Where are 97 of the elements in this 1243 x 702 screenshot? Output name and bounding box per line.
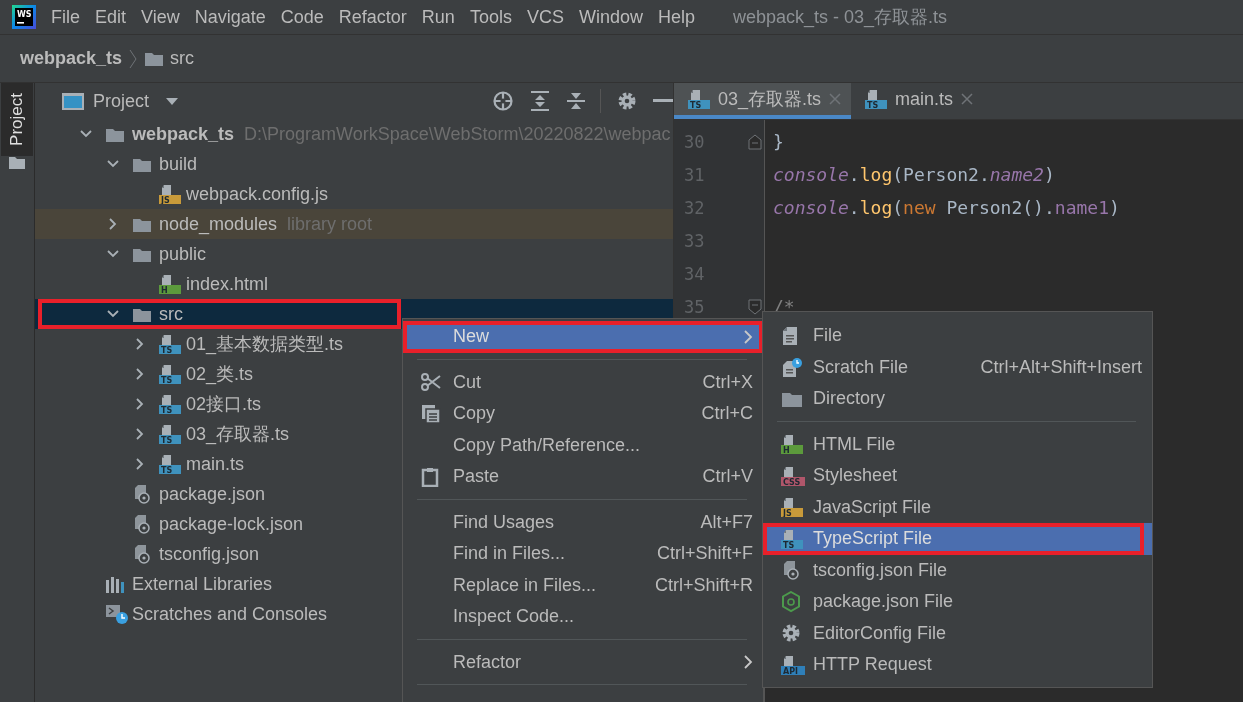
separator-icon bbox=[128, 48, 139, 69]
shortcut-text: Ctrl+Shift+F bbox=[656, 543, 753, 565]
scissors-icon bbox=[421, 372, 441, 393]
shortcut-text: Alt+F7 bbox=[700, 511, 753, 533]
shortcut-text: Ctrl+V bbox=[702, 466, 753, 488]
config-file-icon bbox=[781, 560, 801, 581]
code-line: } bbox=[773, 131, 784, 152]
config-file-icon bbox=[132, 514, 152, 534]
settings-icon[interactable] bbox=[617, 91, 637, 111]
collapse-all-icon[interactable] bbox=[566, 90, 586, 112]
menu-item[interactable]: Find Usages Alt+F7 bbox=[403, 506, 763, 538]
menu-item[interactable]: H HTML File bbox=[763, 428, 1152, 460]
tool-window-tab[interactable]: Project bbox=[1, 83, 33, 156]
menu-item[interactable]: EditorConfig File bbox=[763, 617, 1152, 649]
menu-item[interactable]: Cut Ctrl+X bbox=[403, 366, 763, 398]
folder-icon bbox=[144, 50, 165, 67]
minimize-icon[interactable] bbox=[653, 99, 673, 103]
breadcrumb-item[interactable]: webpack_ts bbox=[20, 48, 123, 69]
item-label: package.json bbox=[159, 483, 266, 505]
item-label: main.ts bbox=[186, 453, 245, 475]
menu-item[interactable]: Scratch File Ctrl+Alt+Shift+Insert bbox=[763, 351, 1152, 383]
menu-item[interactable]: Paste Ctrl+V bbox=[403, 461, 763, 493]
editor-tab[interactable]: TS 03_存取器.ts bbox=[674, 83, 852, 119]
config-file-icon bbox=[132, 544, 152, 564]
fold-marker-icon[interactable] bbox=[748, 298, 762, 315]
menu-item[interactable]: package.json File bbox=[763, 586, 1152, 618]
tree-item[interactable]: H index.html bbox=[35, 269, 673, 299]
scratches-icon bbox=[105, 603, 129, 625]
item-label: index.html bbox=[186, 273, 269, 295]
menu-item[interactable]: Run bbox=[421, 6, 455, 28]
menu-item[interactable]: Refactor bbox=[403, 646, 763, 678]
tab-label: 03_存取器.ts bbox=[718, 88, 822, 111]
clipboard-icon bbox=[421, 466, 439, 487]
breadcrumb-item[interactable]: src bbox=[170, 48, 195, 69]
menu-item[interactable]: Copy Ctrl+C bbox=[403, 398, 763, 430]
menu-item[interactable]: tsconfig.json File bbox=[763, 554, 1152, 586]
expand-all-icon[interactable] bbox=[530, 90, 550, 112]
item-label: node_modules bbox=[159, 213, 278, 235]
menu-item[interactable]: TS TypeScript File bbox=[763, 523, 1152, 555]
item-label: build bbox=[159, 153, 198, 175]
shortcut-text: Ctrl+X bbox=[702, 371, 753, 393]
window-title: webpack_ts - 03_存取器.ts bbox=[733, 6, 948, 29]
config-file-icon bbox=[132, 484, 152, 504]
menu-item[interactable]: Directory bbox=[763, 383, 1152, 415]
item-label: public bbox=[159, 243, 207, 265]
shortcut-text: Ctrl+C bbox=[701, 403, 753, 425]
item-label: External Libraries bbox=[132, 573, 273, 595]
menu-item[interactable]: Refactor bbox=[338, 6, 407, 28]
hexagon-icon bbox=[781, 590, 801, 613]
menu-item[interactable]: Edit bbox=[95, 6, 127, 28]
item-label: webpack.config.js bbox=[186, 183, 329, 205]
menu-item[interactable]: Tools bbox=[469, 6, 512, 28]
item-label: Scratches and Consoles bbox=[132, 603, 328, 625]
menu-item[interactable]: Replace in Files... Ctrl+Shift+R bbox=[403, 569, 763, 601]
tree-item[interactable]: public bbox=[35, 239, 673, 269]
menu-item[interactable]: Inspect Code... bbox=[403, 601, 763, 633]
tab-label: main.ts bbox=[895, 88, 954, 110]
menu-item[interactable]: Find in Files... Ctrl+Shift+F bbox=[403, 538, 763, 570]
fold-marker-icon[interactable] bbox=[748, 133, 762, 150]
item-label: 02_类.ts bbox=[186, 363, 254, 386]
item-label: src bbox=[159, 303, 183, 325]
editor-tab[interactable]: TS main.ts bbox=[851, 83, 984, 119]
menu-item[interactable]: File bbox=[51, 6, 80, 28]
item-label: tsconfig.json bbox=[159, 543, 260, 565]
item-label: webpack_ts bbox=[132, 123, 235, 145]
file-icon bbox=[781, 325, 799, 346]
tree-item[interactable]: JS webpack.config.js bbox=[35, 179, 673, 209]
gear-icon bbox=[781, 623, 801, 644]
locate-icon[interactable] bbox=[492, 90, 514, 112]
libraries-icon bbox=[105, 574, 127, 594]
menu-item[interactable]: JS JavaScript File bbox=[763, 491, 1152, 523]
code-line: console.log(new Person2().name1) bbox=[773, 197, 1120, 218]
item-label: 03_存取器.ts bbox=[186, 423, 290, 446]
item-label: 02接口.ts bbox=[186, 393, 262, 416]
menu-item[interactable]: API HTTP Request bbox=[763, 649, 1152, 681]
menu-item[interactable]: Window bbox=[578, 6, 643, 28]
menu-item[interactable]: New bbox=[403, 321, 763, 353]
code-line: console.log(Person2.name2) bbox=[773, 164, 1055, 185]
menu-item[interactable]: CSS Stylesheet bbox=[763, 460, 1152, 492]
panel-title[interactable]: Project bbox=[93, 90, 150, 112]
tree-item[interactable]: build bbox=[35, 149, 673, 179]
shortcut-text: Ctrl+Shift+R bbox=[654, 574, 753, 596]
dropdown-caret-icon[interactable] bbox=[165, 96, 180, 106]
item-label: 01_基本数据类型.ts bbox=[186, 333, 344, 356]
menu-item[interactable]: VCS bbox=[526, 6, 564, 28]
shortcut-text: Ctrl+Alt+Shift+Insert bbox=[980, 356, 1142, 378]
menu-item[interactable]: View bbox=[141, 6, 180, 28]
menu-item[interactable]: File bbox=[763, 320, 1152, 352]
copy-icon bbox=[421, 403, 441, 424]
app-logo-icon: WS bbox=[12, 5, 36, 29]
item-label: package-lock.json bbox=[159, 513, 304, 535]
menu-item[interactable]: Copy Path/Reference... bbox=[403, 429, 763, 461]
menu-item[interactable]: Help bbox=[657, 6, 695, 28]
scratch-file-icon bbox=[781, 356, 803, 378]
menu-item[interactable]: Code bbox=[280, 6, 324, 28]
menu-item[interactable]: Navigate bbox=[194, 6, 266, 28]
project-view-icon bbox=[61, 91, 85, 111]
